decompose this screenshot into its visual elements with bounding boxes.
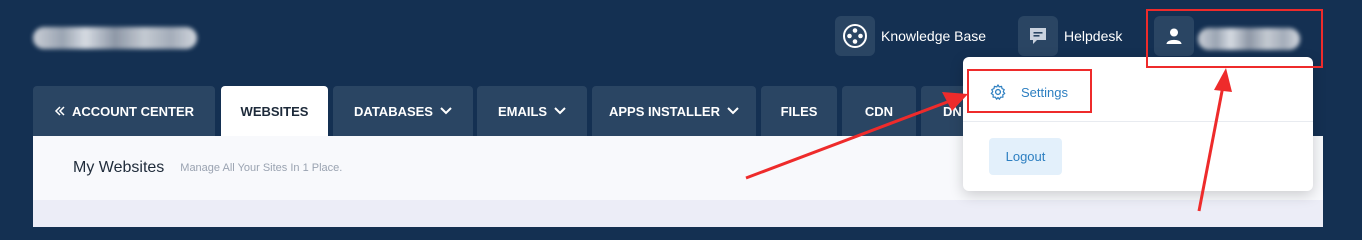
annotation-arrow-to-settings	[745, 99, 951, 180]
arrowhead	[1214, 68, 1232, 92]
annotation-arrows	[745, 68, 1232, 212]
annotation-arrow-to-user	[1197, 85, 1225, 212]
